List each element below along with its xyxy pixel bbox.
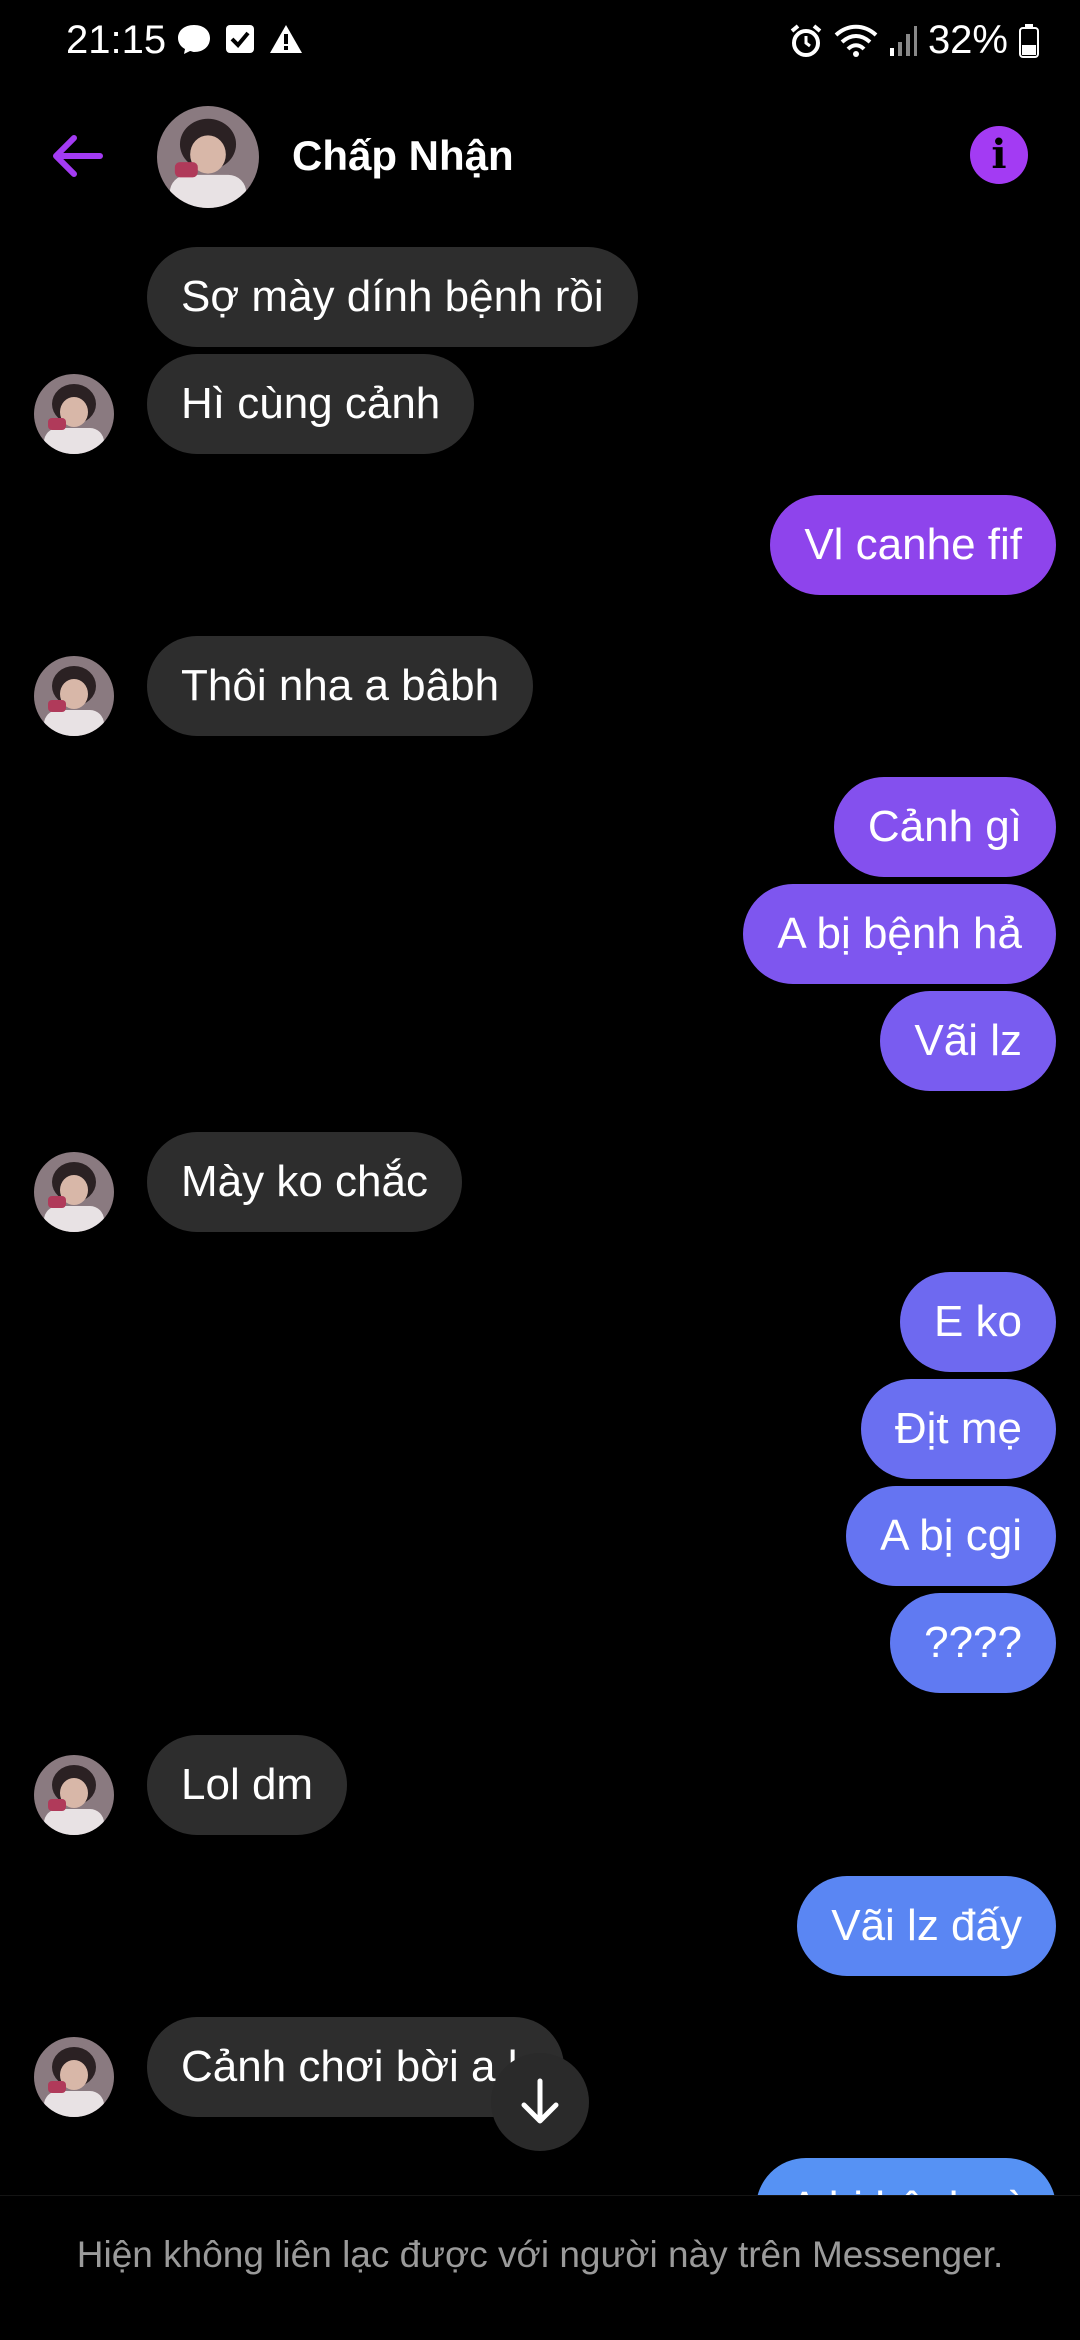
- messenger-chat-screen: Sợ mày dính bệnh rồi Hì cùng cảnh Vl can…: [0, 0, 1080, 2340]
- message-bubble-incoming[interactable]: Mày ko chắc: [147, 1132, 462, 1232]
- message-bubble-outgoing[interactable]: ????: [890, 1593, 1056, 1693]
- avatar-photo-icon: [34, 2037, 114, 2117]
- system-status-icons: 32%: [788, 18, 1040, 63]
- warning-icon: [270, 25, 302, 53]
- contact-avatar[interactable]: [157, 106, 259, 208]
- status-time: 21:15: [66, 18, 167, 62]
- info-button[interactable]: i: [970, 126, 1028, 184]
- message-bubble-outgoing[interactable]: A bị bệnh gì: [755, 2158, 1056, 2195]
- avatar-photo-icon: [157, 106, 259, 208]
- messenger-bubble-icon: [178, 25, 210, 54]
- avatar-photo-icon: [34, 656, 114, 736]
- back-button[interactable]: [46, 124, 110, 188]
- message-bubble-incoming[interactable]: Hì cùng cảnh: [147, 354, 475, 454]
- scroll-to-bottom-button[interactable]: [491, 2053, 589, 2151]
- message-bubble-outgoing[interactable]: Vãi lz: [880, 991, 1056, 1091]
- message-bubble-incoming[interactable]: Sợ mày dính bệnh rồi: [147, 247, 638, 347]
- contact-avatar-small[interactable]: [34, 1152, 114, 1232]
- avatar-photo-icon: [34, 374, 114, 454]
- unavailable-notice-bar: Hiện không liên lạc được với người này t…: [0, 2195, 1080, 2340]
- message-bubble-outgoing[interactable]: E ko: [899, 1272, 1056, 1372]
- message-bubble-outgoing[interactable]: Vl canhe fif: [770, 495, 1056, 595]
- arrow-left-icon: [53, 135, 103, 177]
- contact-name[interactable]: Chấp Nhận: [292, 132, 514, 180]
- message-bubble-outgoing[interactable]: Cảnh gì: [833, 777, 1056, 877]
- message-bubble-incoming[interactable]: Thôi nha a bâbh: [147, 636, 534, 736]
- contact-avatar-small[interactable]: [34, 374, 114, 454]
- avatar-photo-icon: [34, 1152, 114, 1232]
- info-icon: i: [991, 131, 1007, 178]
- contact-avatar-small[interactable]: [34, 2037, 114, 2117]
- wifi-icon: [834, 24, 878, 57]
- message-bubble-outgoing[interactable]: A bị cgi: [846, 1486, 1056, 1586]
- message-bubble-outgoing[interactable]: Địt mẹ: [860, 1379, 1056, 1479]
- status-bar: 21:15 32%: [0, 0, 1080, 84]
- battery-percent: 32%: [927, 18, 1008, 62]
- signal-icon: [889, 25, 917, 56]
- message-bubble-outgoing[interactable]: A bị bệnh hả: [743, 884, 1056, 984]
- message-bubble-incoming[interactable]: Lol dm: [147, 1735, 348, 1835]
- unavailable-notice: Hiện không liên lạc được với người này t…: [76, 2234, 1004, 2275]
- alarm-icon: [790, 23, 822, 57]
- arrow-down-icon: [521, 2078, 559, 2124]
- message-list[interactable]: Sợ mày dính bệnh rồi Hì cùng cảnh Vl can…: [0, 0, 1080, 2195]
- contact-avatar-small[interactable]: [34, 1755, 114, 1835]
- checkbox-icon: [226, 25, 254, 53]
- avatar-photo-icon: [34, 1755, 114, 1835]
- message-bubble-outgoing[interactable]: Vãi lz đấy: [797, 1876, 1056, 1976]
- battery-icon: [1019, 23, 1039, 58]
- contact-avatar-small[interactable]: [34, 656, 114, 736]
- notification-icons: [176, 22, 304, 56]
- chat-header: Chấp Nhận i: [0, 100, 1080, 220]
